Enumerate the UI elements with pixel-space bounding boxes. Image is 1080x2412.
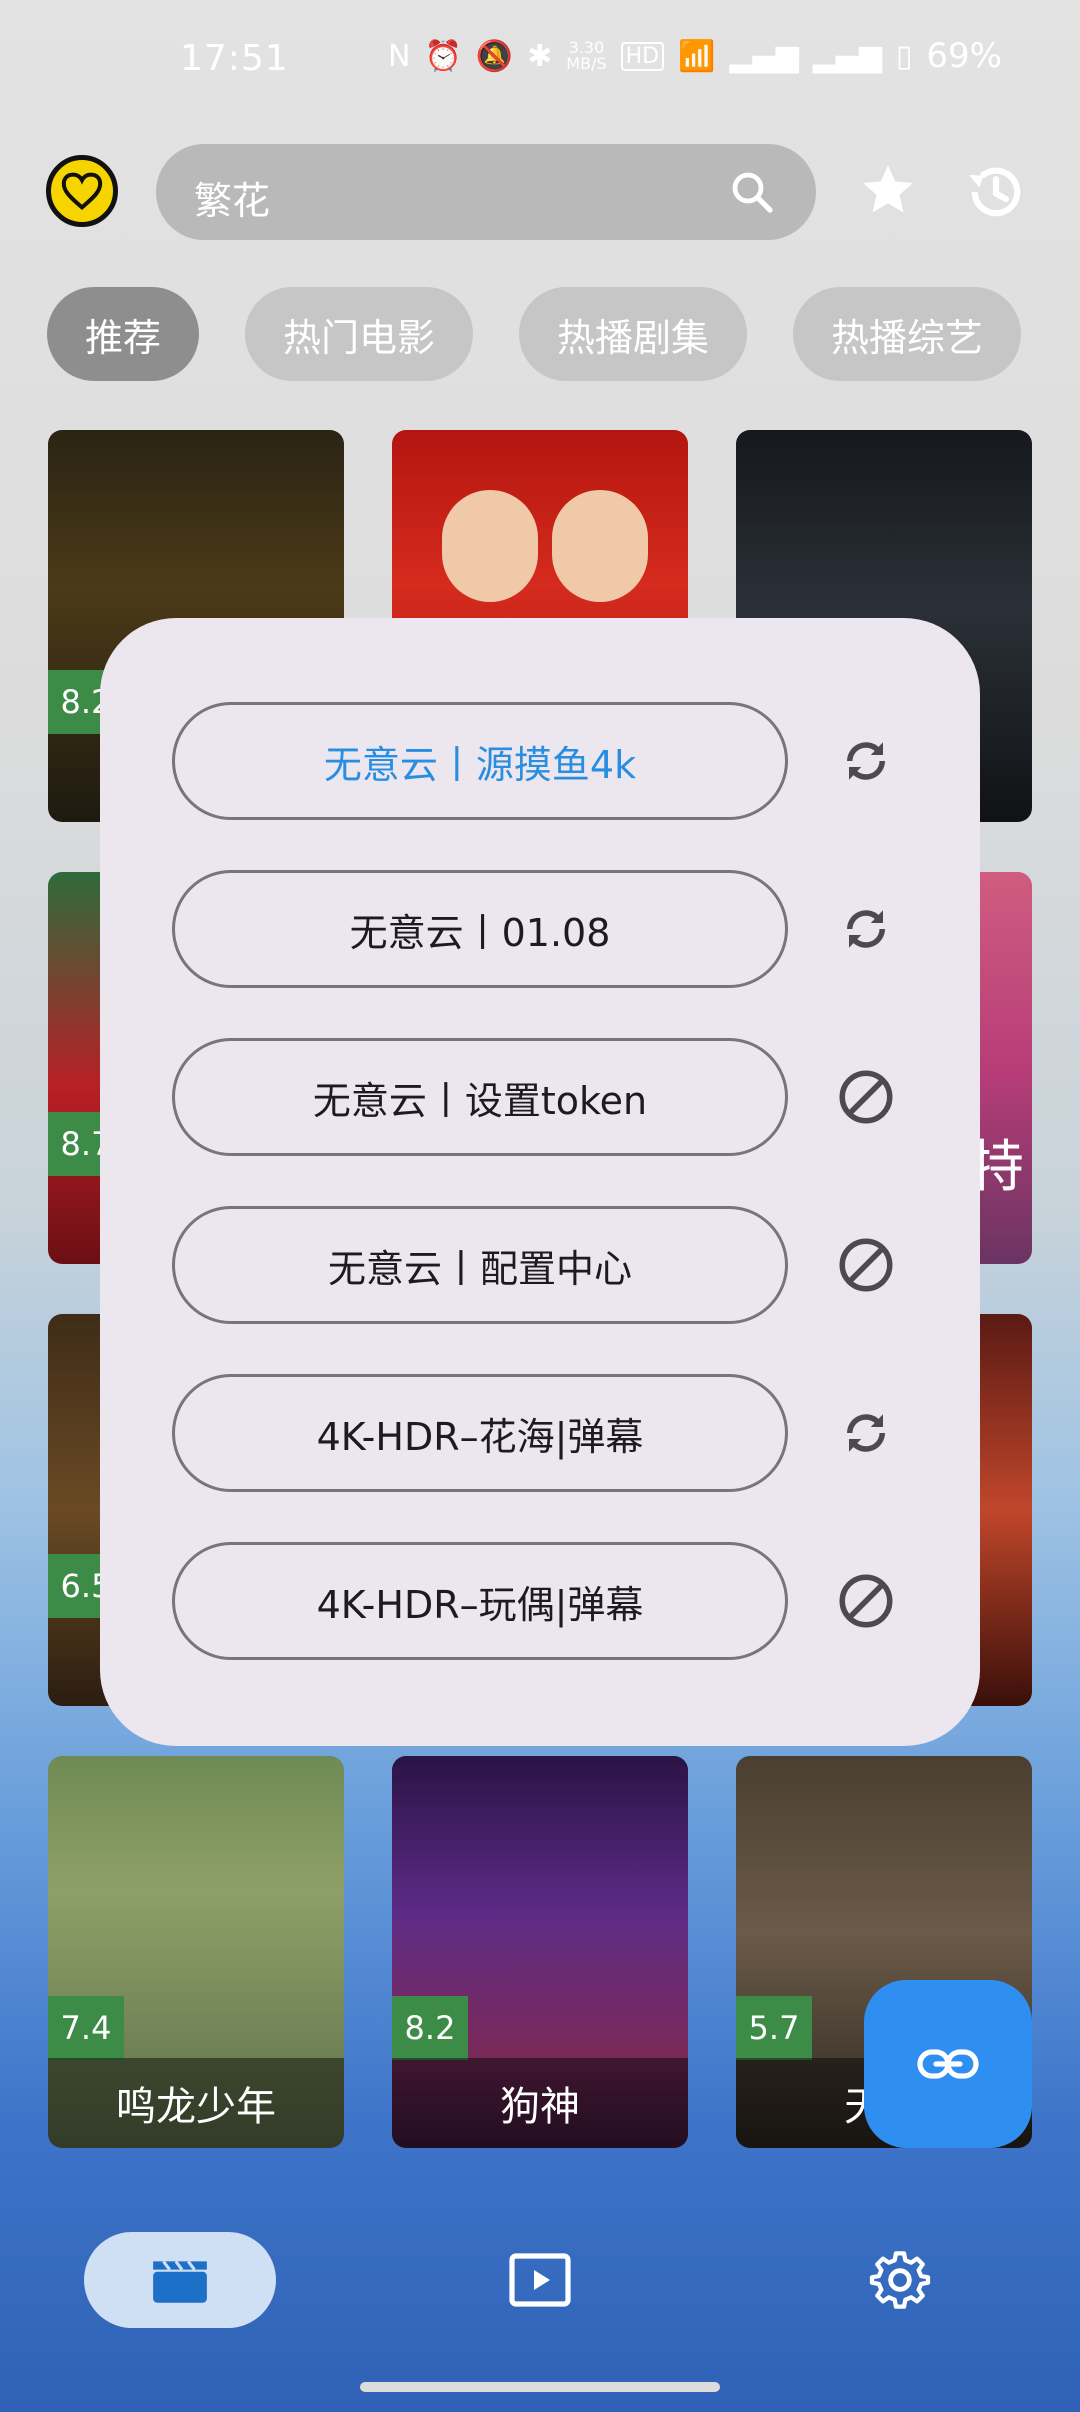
refresh-icon[interactable]	[836, 1403, 896, 1463]
rating-badge: 5.7	[736, 1996, 812, 2060]
source-row: 无意云丨01.08	[172, 870, 888, 988]
source-row: 无意云丨源摸鱼4k	[172, 702, 888, 820]
source-row: 无意云丨设置token	[172, 1038, 893, 1156]
signal-5g-icon-2: ▂▄▆	[812, 38, 882, 74]
play-square-icon[interactable]	[508, 2252, 572, 2308]
favorite-heart-button[interactable]	[46, 155, 118, 227]
network-speed: 3.30 MB/S	[566, 40, 606, 72]
status-bar: 17:51 N ⏰ 🔕 ✱ 3.30 MB/S HD 📶 ▂▄▆ ▂▄▆ ▯ 6…	[0, 0, 1080, 130]
status-icons: N ⏰ 🔕 ✱ 3.30 MB/S HD 📶 ▂▄▆ ▂▄▆ ▯ 69%	[388, 36, 1002, 76]
rating-badge: 8.2	[392, 1996, 468, 2060]
heart-icon	[61, 172, 103, 210]
search-bar[interactable]: 繁花	[156, 144, 816, 240]
history-icon[interactable]	[962, 158, 1030, 226]
block-icon[interactable]	[836, 1571, 896, 1631]
poster-image	[432, 490, 652, 630]
signal-5g-icon: ▂▄▆	[729, 38, 799, 74]
status-time: 17:51	[180, 38, 289, 79]
source-button[interactable]: 4K-HDR–花海|弹幕	[172, 1374, 788, 1492]
refresh-icon[interactable]	[836, 731, 896, 791]
source-row: 4K-HDR–玩偶|弹幕	[172, 1542, 893, 1660]
battery-percent: 69%	[926, 36, 1002, 76]
source-row: 4K-HDR–花海|弹幕	[172, 1374, 888, 1492]
source-button[interactable]: 无意云丨源摸鱼4k	[172, 702, 788, 820]
battery-icon: ▯	[895, 38, 913, 74]
wifi-icon: 📶	[678, 38, 716, 74]
poster-card[interactable]: 7.4 鸣龙少年	[48, 1756, 344, 2148]
source-button[interactable]: 无意云丨设置token	[172, 1038, 788, 1156]
source-button[interactable]: 无意云丨01.08	[172, 870, 788, 988]
nfc-icon: N	[387, 38, 411, 74]
alarm-icon: ⏰	[424, 38, 462, 74]
gesture-bar[interactable]	[360, 2382, 720, 2392]
category-chips: 推荐 热门电影 热播剧集 热播综艺	[47, 287, 1022, 381]
chip-hot-movies[interactable]: 热门电影	[245, 287, 474, 381]
link-icon	[917, 2049, 979, 2079]
source-select-dialog: 无意云丨源摸鱼4k 无意云丨01.08 无意云丨设置token 无意云丨配置中心	[100, 618, 980, 1746]
refresh-icon[interactable]	[836, 899, 896, 959]
chip-hot-series[interactable]: 热播剧集	[519, 287, 748, 381]
source-button[interactable]: 无意云丨配置中心	[172, 1206, 788, 1324]
gear-icon[interactable]	[868, 2248, 932, 2312]
rating-badge: 7.4	[48, 1996, 124, 2060]
net-speed-unit: MB/S	[566, 54, 607, 73]
search-icon[interactable]	[728, 168, 776, 216]
bluetooth-icon: ✱	[527, 38, 553, 74]
star-icon[interactable]	[858, 160, 918, 220]
nav-home-button[interactable]	[84, 2232, 276, 2328]
poster-title: 鸣龙少年	[48, 2058, 344, 2148]
block-icon[interactable]	[836, 1067, 896, 1127]
link-fab-button[interactable]	[864, 1980, 1032, 2148]
hd-badge: HD	[620, 41, 665, 71]
search-input[interactable]: 繁花	[194, 170, 270, 225]
poster-face	[442, 490, 538, 602]
source-button[interactable]: 4K-HDR–玩偶|弹幕	[172, 1542, 788, 1660]
poster-card[interactable]: 8.2 狗神	[392, 1756, 688, 2148]
chip-recommend[interactable]: 推荐	[47, 287, 200, 381]
block-icon[interactable]	[836, 1235, 896, 1295]
source-row: 无意云丨配置中心	[172, 1206, 893, 1324]
poster-title: 狗神	[392, 2058, 688, 2148]
mute-icon: 🔕	[475, 38, 514, 74]
clapperboard-icon	[153, 2260, 207, 2303]
poster-face	[552, 490, 648, 602]
chip-hot-variety[interactable]: 热播综艺	[793, 287, 1022, 381]
